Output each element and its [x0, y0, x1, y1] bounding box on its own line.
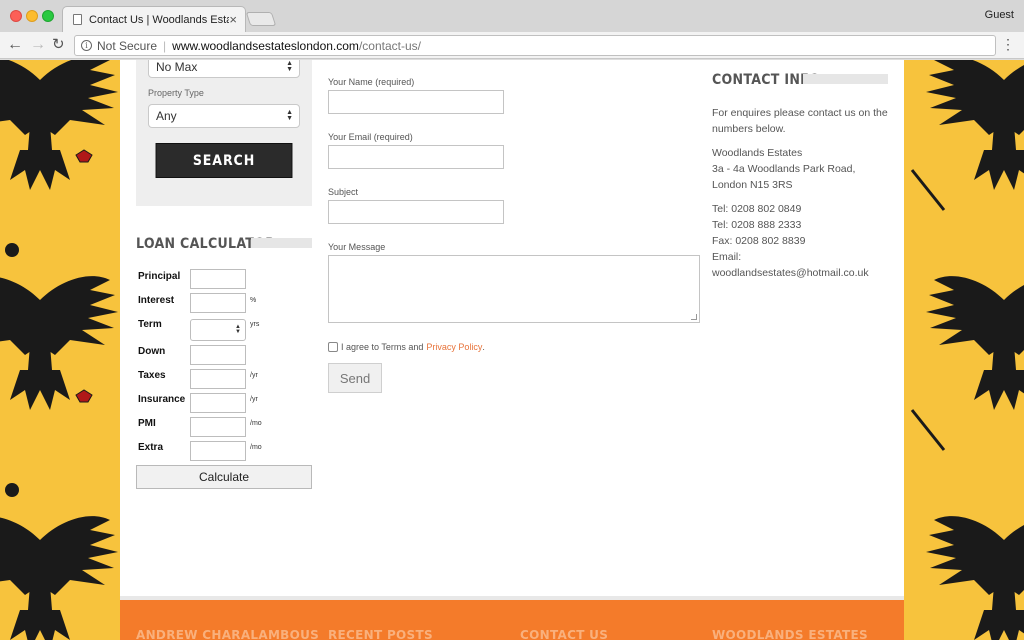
- company-name: Woodlands Estates: [712, 147, 803, 159]
- address-line-2: London N15 3RS: [712, 179, 793, 191]
- page-viewport: No Max ▲ ▼ Property Type Any ▲ ▼ SEARCH LO…: [0, 60, 1024, 640]
- pmi-label: PMI: [138, 418, 156, 429]
- url-path[interactable]: /contact-us/: [359, 39, 421, 53]
- property-search-widget: No Max ▲ ▼ Property Type Any ▲ ▼ SEARCH: [136, 60, 312, 206]
- agree-row: I agree to Terms and Privacy Policy .: [328, 342, 485, 352]
- security-status[interactable]: Not Secure: [97, 39, 157, 53]
- info-icon[interactable]: i: [81, 40, 92, 51]
- pmi-unit: /mo: [250, 420, 262, 427]
- taxes-label: Taxes: [138, 370, 166, 381]
- taxes-input[interactable]: [190, 369, 246, 389]
- new-tab-button[interactable]: [245, 12, 277, 26]
- select-arrows-icon: ▲ ▼: [286, 60, 293, 73]
- extra-unit: /mo: [250, 444, 262, 451]
- pmi-input[interactable]: [190, 417, 246, 437]
- down-label: Down: [138, 346, 166, 357]
- subject-input[interactable]: [328, 200, 504, 224]
- eagle-pattern-right: [904, 60, 1024, 640]
- select-arrows-icon: ▲ ▼: [286, 109, 293, 122]
- term-select[interactable]: ▲ ▼: [190, 319, 246, 341]
- message-label: Your Message: [328, 242, 386, 252]
- term-unit: yrs: [250, 321, 260, 328]
- footer-heading-about: ANDREW CHARALAMBOUS: [136, 628, 320, 640]
- down-input[interactable]: [190, 345, 246, 365]
- term-label: Term: [138, 319, 162, 330]
- extra-input[interactable]: [190, 441, 246, 461]
- agree-suffix: .: [482, 342, 485, 352]
- title-divider: [803, 74, 888, 84]
- title-divider: [251, 238, 312, 248]
- footer-heading-recent-posts: RECENT POSTS: [328, 628, 433, 640]
- max-price-select[interactable]: No Max ▲ ▼: [148, 60, 300, 78]
- eagle-pattern-left: [0, 60, 120, 640]
- insurance-label: Insurance: [138, 394, 186, 405]
- interest-input[interactable]: [190, 293, 246, 313]
- address-divider: |: [163, 38, 167, 53]
- browser-menu-icon[interactable]: ⋮: [1001, 36, 1015, 53]
- insurance-input[interactable]: [190, 393, 246, 413]
- resize-handle-icon[interactable]: [691, 314, 697, 320]
- name-input[interactable]: [328, 90, 504, 114]
- window-close-button[interactable]: [10, 10, 22, 22]
- extra-label: Extra: [138, 442, 164, 453]
- max-price-value: No Max: [156, 60, 198, 74]
- send-button[interactable]: Send: [328, 363, 382, 393]
- telephone-1: Tel: 0208 802 0849: [712, 203, 802, 215]
- property-type-label: Property Type: [148, 88, 204, 98]
- interest-label: Interest: [138, 295, 175, 306]
- tab-close-icon[interactable]: ×: [229, 12, 237, 27]
- back-icon[interactable]: ←: [7, 36, 23, 54]
- name-label: Your Name (required): [328, 77, 415, 87]
- calculate-button[interactable]: Calculate: [136, 465, 312, 489]
- address-bar[interactable]: i Not Secure | www.woodlandsestateslondo…: [74, 35, 996, 56]
- property-type-value: Any: [156, 109, 177, 123]
- url-host[interactable]: www.woodlandsestateslondon.com: [172, 39, 359, 53]
- principal-input[interactable]: [190, 269, 246, 289]
- browser-chrome: Contact Us | Woodlands Estates × Guest ←…: [0, 0, 1024, 60]
- footer-heading-company: WOODLANDS ESTATES: [712, 628, 868, 640]
- agree-checkbox[interactable]: [328, 342, 338, 352]
- message-textarea[interactable]: [328, 255, 700, 323]
- page-icon: [73, 14, 82, 25]
- tab-title: Contact Us | Woodlands Estates: [89, 13, 229, 26]
- subject-label: Subject: [328, 187, 359, 197]
- profile-label[interactable]: Guest: [985, 9, 1014, 21]
- browser-tab[interactable]: Contact Us | Woodlands Estates ×: [62, 6, 246, 32]
- interest-unit: %: [250, 297, 257, 304]
- agree-text: I agree to Terms and: [341, 342, 424, 352]
- reload-icon[interactable]: ↻: [52, 36, 65, 54]
- select-arrows-icon: ▲ ▼: [235, 324, 241, 335]
- email-input[interactable]: [328, 145, 504, 169]
- page-content: No Max ▲ ▼ Property Type Any ▲ ▼ SEARCH LO…: [120, 60, 904, 640]
- search-button[interactable]: SEARCH: [155, 143, 293, 178]
- window-minimize-button[interactable]: [26, 10, 38, 22]
- email-label-text: Email:: [712, 251, 742, 263]
- email-label: Your Email (required): [328, 132, 413, 142]
- site-footer: ANDREW CHARALAMBOUS RECENT POSTS CONTACT…: [120, 600, 904, 640]
- principal-label: Principal: [138, 271, 181, 282]
- title-bar: Contact Us | Woodlands Estates × Guest: [0, 0, 1024, 32]
- browser-toolbar: ← → ↻ i Not Secure | www.woodlandsestate…: [0, 32, 1024, 59]
- email-address[interactable]: woodlandsestates@hotmail.co.uk: [712, 265, 892, 281]
- fax-number: Fax: 0208 802 8839: [712, 235, 806, 247]
- property-type-select[interactable]: Any ▲ ▼: [148, 104, 300, 128]
- window-maximize-button[interactable]: [42, 10, 54, 22]
- taxes-unit: /yr: [250, 372, 258, 379]
- address-line-1: 3a - 4a Woodlands Park Road,: [712, 163, 856, 175]
- telephone-2: Tel: 0208 888 2333: [712, 219, 802, 231]
- privacy-policy-link[interactable]: Privacy Policy: [426, 342, 482, 352]
- forward-icon[interactable]: →: [30, 36, 46, 54]
- insurance-unit: /yr: [250, 396, 258, 403]
- footer-heading-contact: CONTACT US: [520, 628, 609, 640]
- contact-intro: For enquires please contact us on the nu…: [712, 107, 888, 135]
